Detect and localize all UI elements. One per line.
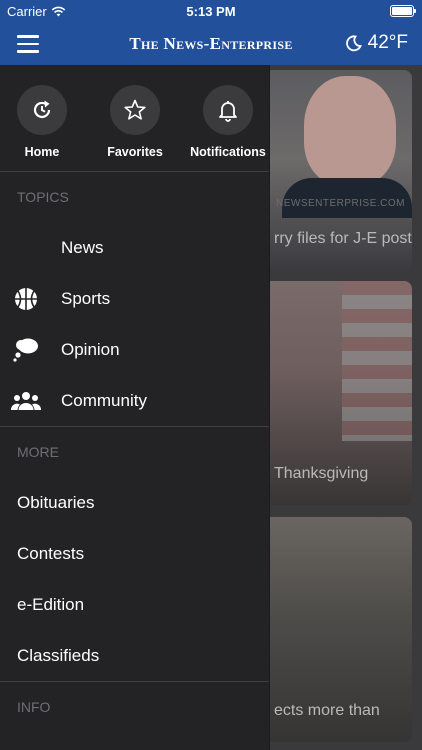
menu-item-contests[interactable]: Contests [0,528,269,579]
topic-opinion[interactable]: Opinion [0,324,269,375]
notifications-button[interactable]: Notifications [183,85,273,159]
topics-section-title: TOPICS [17,189,69,205]
portrait-face [304,76,396,186]
status-bar: Carrier 5:13 PM [0,0,422,22]
menu-item-label: Contests [17,543,85,563]
thought-bubble-icon [11,337,41,363]
app-header: The News-Enterprise 42°F [0,22,422,65]
navigation-drawer: Home Favorites Notifications TOPICS News… [0,65,270,750]
menu-item-label: e-Edition [17,594,85,614]
weather-widget[interactable]: 42°F [345,32,408,54]
topic-news[interactable]: News [0,222,269,273]
app-screen: Carrier 5:13 PM The News-Enterprise 42°F [0,0,422,750]
battery-icon [390,5,416,17]
refresh-icon [17,85,67,135]
temperature: 42°F [367,32,408,53]
flag-graphic [342,281,412,441]
quick-actions: Home Favorites Notifications [0,65,269,171]
menu-item-obituaries[interactable]: Obituaries [0,477,269,528]
menu-item-e-edition[interactable]: e-Edition [0,579,269,630]
photo-credit: NEWSENTERPRISE.COM [276,198,406,209]
topics-list: News Sports Opinion Community [0,222,269,426]
menu-item-label: Obituaries [17,492,95,512]
moon-icon [345,34,362,51]
people-icon [11,388,41,414]
topic-label: News [61,237,104,257]
basketball-icon [11,286,41,312]
clock: 5:13 PM [186,4,236,19]
bell-icon [203,85,253,135]
favorites-button[interactable]: Favorites [90,85,180,159]
more-list: Obituaries Contests e-Edition Classified… [0,477,269,681]
star-icon [110,85,160,135]
more-section-title: MORE [17,444,59,460]
news-card[interactable]: ects more than [262,517,412,742]
menu-item-label: Classifieds [17,645,100,665]
news-headline: rry files for J-E post [274,230,412,247]
news-card[interactable]: Thanksgiving [262,281,412,505]
topic-sports[interactable]: Sports [0,273,269,324]
topic-community[interactable]: Community [0,375,269,426]
news-headline: ects more than [274,702,380,719]
home-label: Home [24,145,60,159]
info-section-title: INFO [17,699,51,715]
news-card[interactable]: NEWSENTERPRISE.COM rry files for J-E pos… [262,70,412,270]
notifications-label: Notifications [190,145,266,159]
menu-item-classifieds[interactable]: Classifieds [0,630,269,681]
favorites-label: Favorites [107,145,163,159]
home-button[interactable]: Home [0,85,87,159]
news-headline: Thanksgiving [274,465,369,482]
